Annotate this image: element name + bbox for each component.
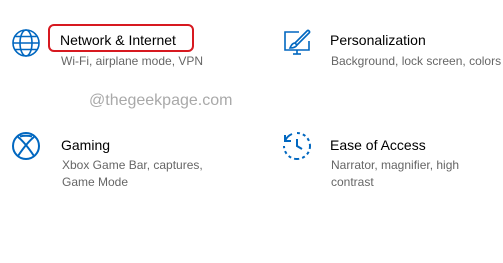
xbox-icon (10, 130, 42, 162)
paint-brush-icon (281, 27, 313, 59)
settings-category-network-internet[interactable]: Network & Internet Wi-Fi, airplane mode,… (10, 24, 250, 77)
category-description: Background, lock screen, colors (331, 54, 502, 68)
category-title: Gaming (61, 137, 111, 153)
category-description: Wi-Fi, airplane mode, VPN (61, 54, 204, 68)
category-description: Narrator, magnifier, high contrast (331, 158, 460, 189)
ease-of-access-icon (281, 130, 313, 162)
category-title: Personalization (330, 32, 426, 48)
category-title: Network & Internet (60, 32, 176, 48)
watermark: @thegeekpage.com (89, 92, 233, 109)
settings-category-personalization[interactable]: Personalization Background, lock screen,… (281, 27, 503, 77)
globe-icon (10, 27, 42, 59)
settings-category-ease-of-access[interactable]: Ease of Access Narrator, magnifier, high… (281, 130, 503, 190)
settings-category-gaming[interactable]: Gaming Xbox Game Bar, captures, Game Mod… (10, 130, 250, 190)
category-title: Ease of Access (330, 137, 426, 153)
category-description: Xbox Game Bar, captures, Game Mode (62, 158, 203, 189)
